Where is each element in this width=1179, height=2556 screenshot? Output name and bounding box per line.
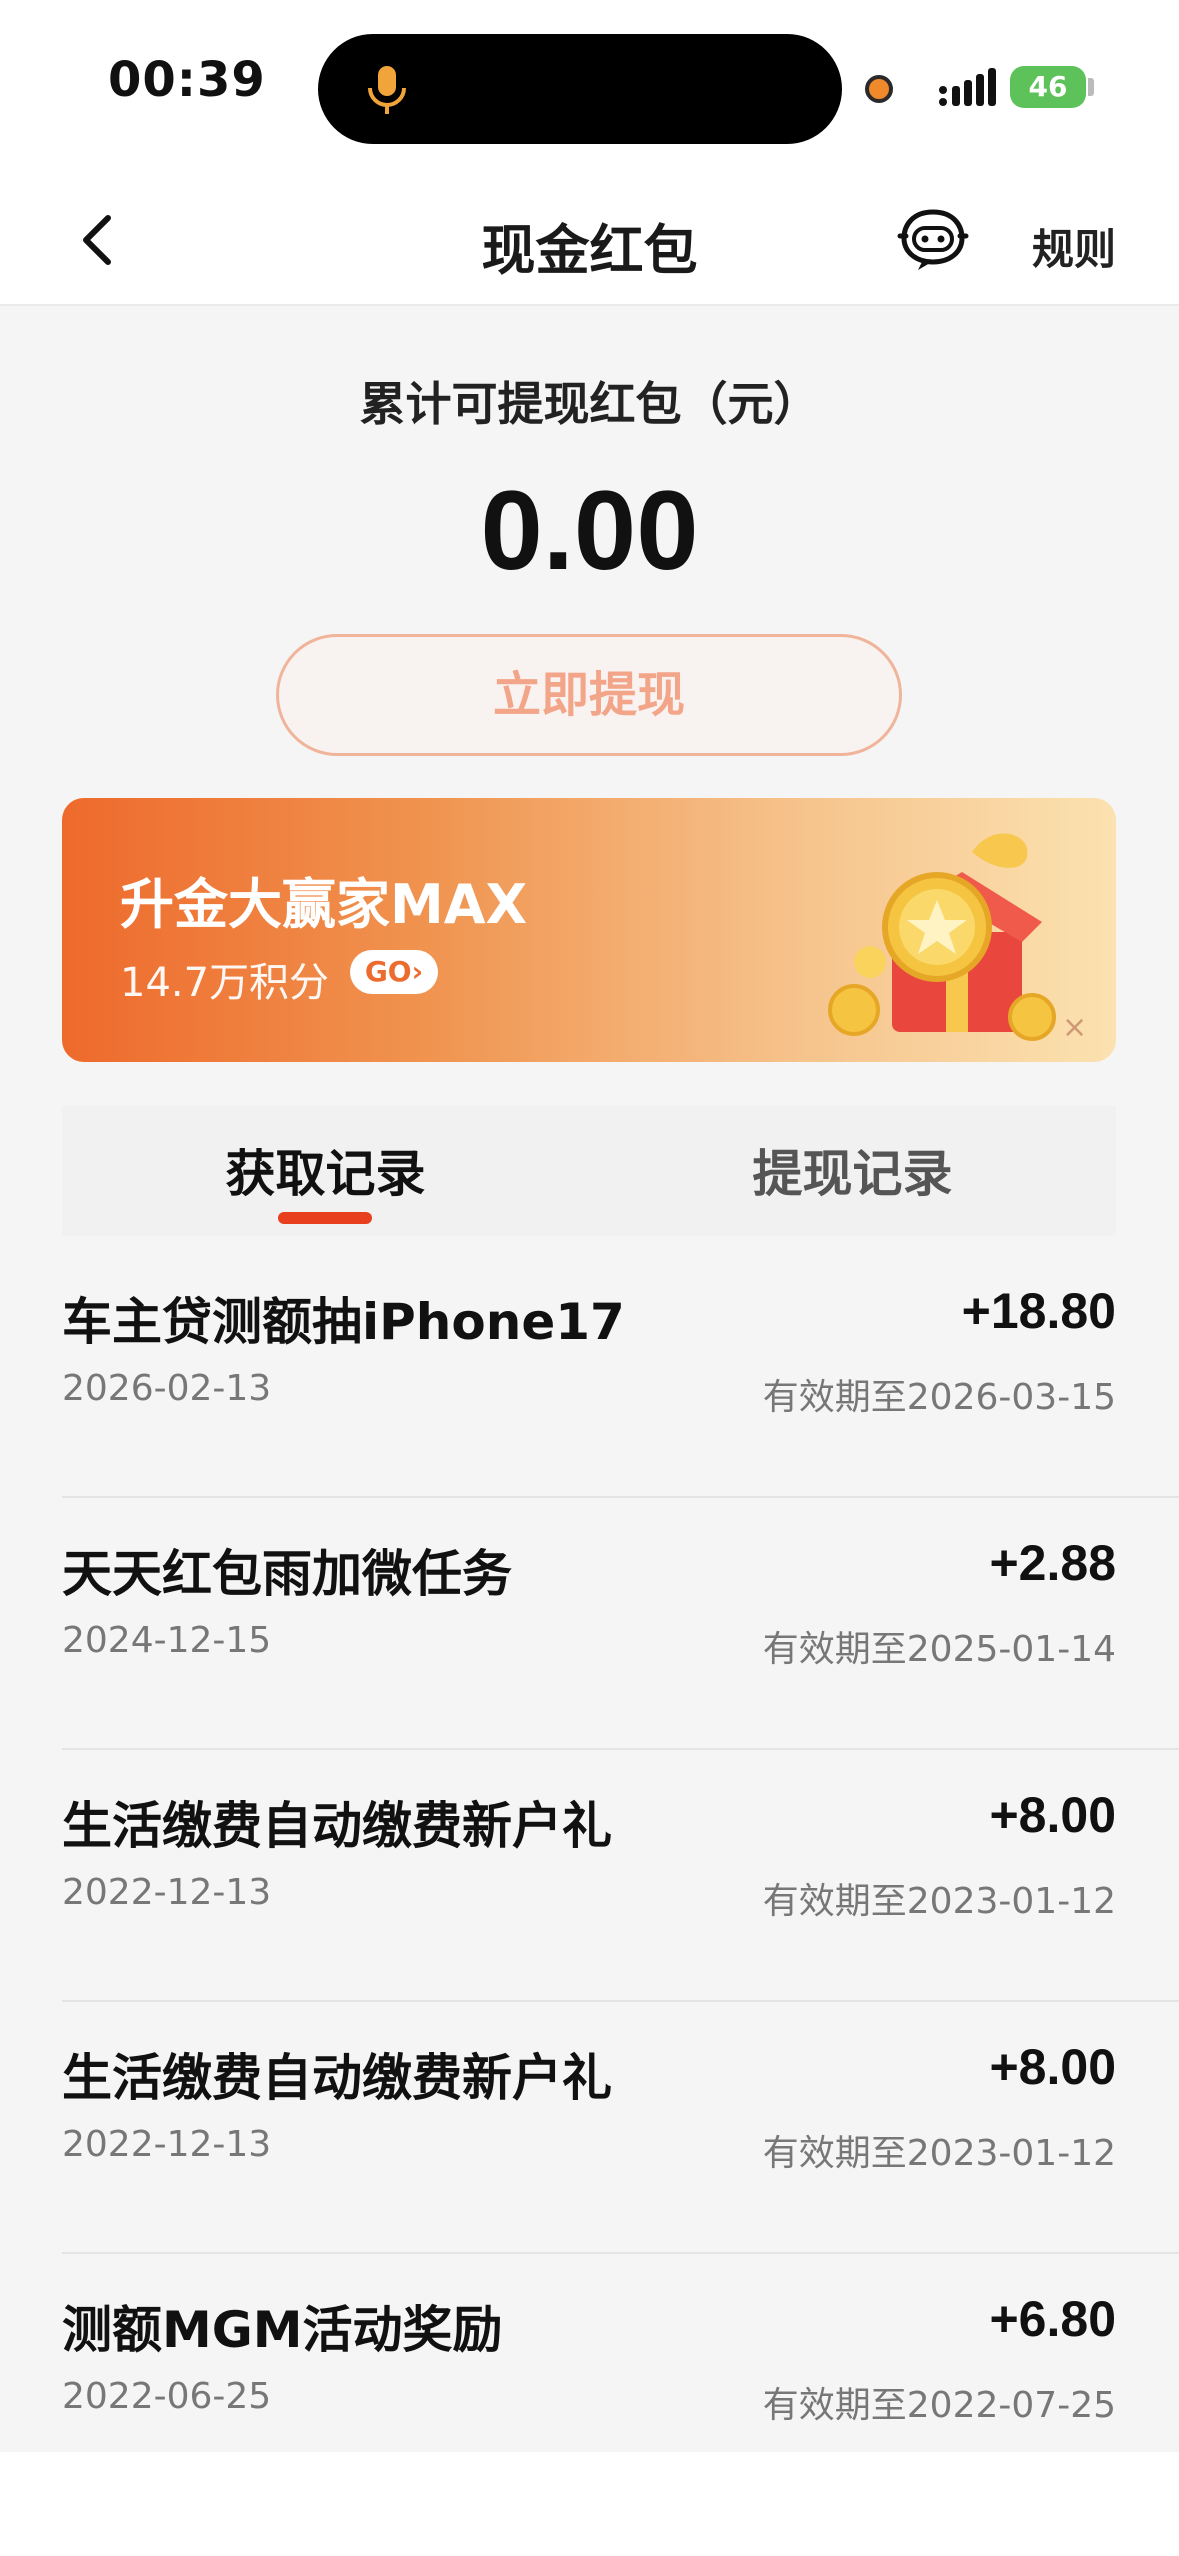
record-date: 2022-12-13: [62, 2124, 272, 2165]
recording-indicator: [865, 75, 893, 103]
total-label: 累计可提现红包（元）: [359, 377, 820, 431]
record-title: 生活缴费自动缴费新户礼: [62, 2049, 612, 2107]
banner-title: 升金大赢家MAX: [120, 873, 528, 936]
status-bar: 00:39 46: [0, 0, 1179, 170]
record-expiry: 有效期至2023-01-12: [762, 1881, 1116, 1922]
microphone-icon: [368, 66, 406, 114]
record-title: 测额MGM活动奖励: [62, 2301, 503, 2359]
list-item[interactable]: 天天红包雨加微任务 2024-12-15 +2.88 有效期至2025-01-1…: [0, 1498, 1179, 1750]
record-date: 2024-12-15: [62, 1620, 272, 1661]
tab-withdraw-records[interactable]: 提现记录: [589, 1134, 1116, 1206]
record-amount: +18.80: [961, 1283, 1116, 1339]
promo-banner[interactable]: 升金大赢家MAX 14.7万积分 GO› ×: [62, 798, 1116, 1062]
record-date: 2026-02-13: [62, 1368, 272, 1409]
dynamic-island: [318, 34, 842, 144]
robot-service-icon[interactable]: [896, 206, 970, 274]
go-button[interactable]: GO›: [350, 950, 438, 994]
main-content: 累计可提现红包（元） 0.00 立即提现 升金大赢家MAX 14.7万积分 GO…: [0, 306, 1179, 2452]
total-amount: 0.00: [480, 468, 699, 593]
record-date: 2022-12-13: [62, 1872, 272, 1913]
battery-cap: [1088, 78, 1094, 96]
nav-bar: 现金红包 规则: [0, 170, 1179, 306]
record-title: 生活缴费自动缴费新户礼: [62, 1797, 612, 1855]
record-amount: +8.00: [989, 1787, 1116, 1843]
list-item[interactable]: 生活缴费自动缴费新户礼 2022-12-13 +8.00 有效期至2023-01…: [0, 2002, 1179, 2254]
list-item[interactable]: 测额MGM活动奖励 2022-06-25 +6.80 有效期至2022-07-2…: [0, 2254, 1179, 2506]
record-amount: +2.88: [989, 1535, 1116, 1591]
banner-subtitle: 14.7万积分: [120, 960, 330, 1006]
battery-icon: 46: [1010, 66, 1086, 108]
record-date: 2022-06-25: [62, 2376, 272, 2417]
active-tab-indicator: [278, 1212, 372, 1224]
record-expiry: 有效期至2023-01-12: [762, 2133, 1116, 2174]
record-title: 车主贷测额抽iPhone17: [62, 1293, 625, 1351]
records-list: 车主贷测额抽iPhone17 2026-02-13 +18.80 有效期至202…: [0, 1246, 1179, 2506]
record-expiry: 有效期至2026-03-15: [762, 1377, 1116, 1418]
record-amount: +8.00: [989, 2039, 1116, 2095]
record-amount: +6.80: [989, 2291, 1116, 2347]
tab-bar: 获取记录 提现记录: [62, 1106, 1116, 1236]
record-expiry: 有效期至2025-01-14: [762, 1629, 1116, 1670]
signal-icon: [939, 68, 996, 106]
list-item[interactable]: 车主贷测额抽iPhone17 2026-02-13 +18.80 有效期至202…: [0, 1246, 1179, 1498]
record-expiry: 有效期至2022-07-25: [762, 2385, 1116, 2426]
tab-earn-records[interactable]: 获取记录: [62, 1134, 589, 1206]
close-icon[interactable]: ×: [1062, 1010, 1087, 1045]
withdraw-button[interactable]: 立即提现: [276, 634, 902, 756]
page-title: 现金红包: [481, 219, 698, 282]
status-time: 00:39: [108, 52, 266, 108]
rules-link[interactable]: 规则: [1032, 216, 1116, 277]
gift-box-icon: [828, 833, 1056, 1041]
list-item[interactable]: 生活缴费自动缴费新户礼 2022-12-13 +8.00 有效期至2023-01…: [0, 1750, 1179, 2002]
record-title: 天天红包雨加微任务: [62, 1545, 512, 1603]
